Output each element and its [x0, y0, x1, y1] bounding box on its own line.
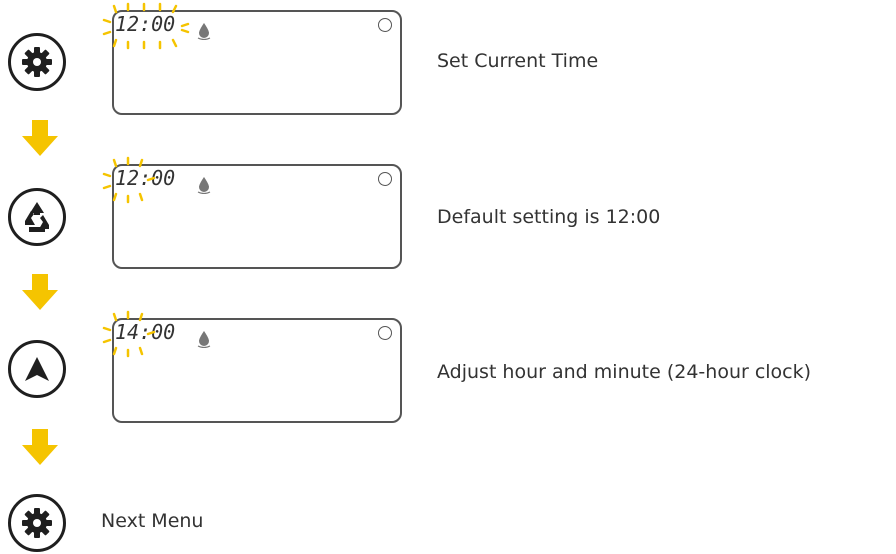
flash-rays-2: [102, 156, 156, 204]
step-caption: Default setting is 12:00: [437, 206, 661, 228]
water-drop-icon: [197, 331, 211, 348]
flash-rays-3: [102, 310, 156, 358]
recycle-icon: [25, 202, 49, 232]
water-drop-icon: [197, 177, 211, 194]
step-caption: Adjust hour and minute (24-hour clock): [437, 361, 812, 383]
water-drop-icon: [197, 23, 211, 40]
up-button[interactable]: [8, 340, 66, 398]
settings-button-final[interactable]: [8, 494, 66, 552]
gear-icon: [22, 508, 52, 538]
next-menu-label: Next Menu: [101, 510, 204, 532]
arrow-down-icon: [22, 120, 58, 156]
gear-icon: [22, 47, 52, 77]
indicator-dot: [378, 18, 392, 32]
arrow-down-icon: [22, 274, 58, 310]
indicator-dot: [378, 326, 392, 340]
step-caption: Set Current Time: [437, 50, 599, 72]
reset-button[interactable]: [8, 188, 66, 246]
indicator-dot: [378, 172, 392, 186]
arrow-down-icon: [22, 429, 58, 465]
settings-button[interactable]: [8, 33, 66, 91]
arrow-up-icon: [25, 357, 49, 381]
